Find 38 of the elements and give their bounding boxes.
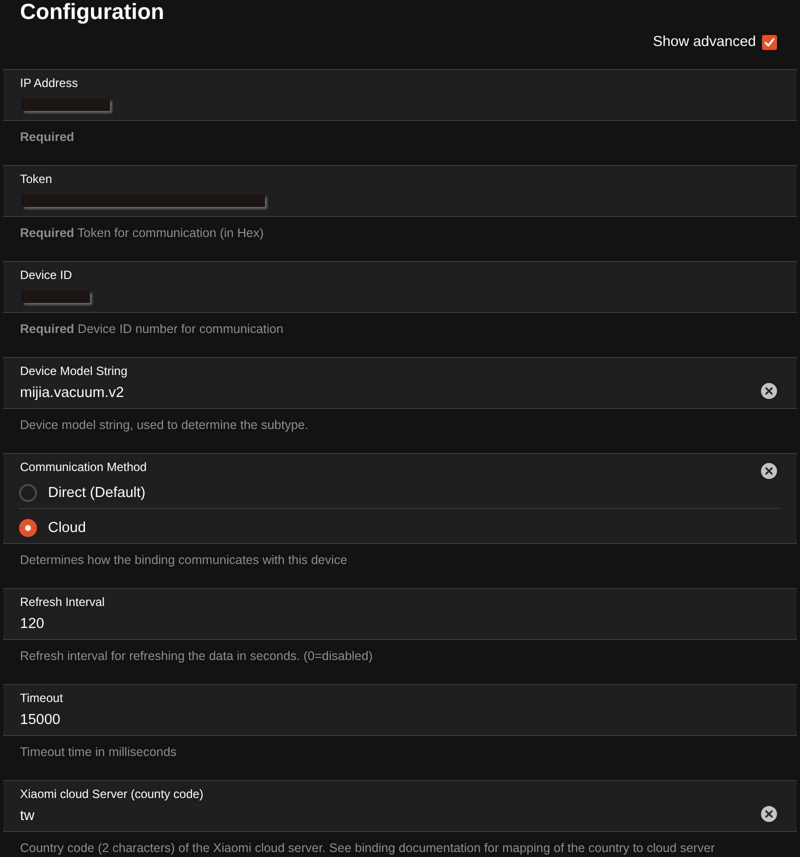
- field-hint: Determines how the binding communicates with this device: [19, 552, 348, 568]
- clear-icon[interactable]: [761, 383, 777, 399]
- text-field[interactable]: Token: [3, 165, 797, 217]
- field-label: Refresh Interval: [20, 595, 105, 609]
- text-field[interactable]: Refresh Interval 120: [3, 588, 797, 640]
- redacted-block: [22, 291, 90, 303]
- field-hint: Required: [19, 129, 76, 145]
- field-label: Device Model String: [20, 364, 128, 378]
- field-label: Xiaomi cloud Server (county code): [20, 787, 204, 801]
- text-field[interactable]: Device Model String mijia.vacuum.v2: [3, 357, 797, 409]
- page-title: Configuration: [20, 0, 164, 24]
- field-hint: Required Device ID number for communication: [19, 321, 284, 337]
- text-field[interactable]: Device ID: [3, 261, 797, 313]
- field-value: 120: [20, 615, 44, 634]
- radio-icon[interactable]: [19, 484, 37, 502]
- field-hint: Country code (2 characters) of the Xiaomi cloud server. See binding documentation for mapping of the country to cloud server: [19, 840, 716, 856]
- field-label: Communication Method: [20, 460, 147, 474]
- text-field[interactable]: IP Address: [3, 69, 797, 121]
- field-label: IP Address: [20, 76, 78, 90]
- text-field[interactable]: Timeout 15000: [3, 684, 797, 736]
- clear-icon[interactable]: [761, 463, 777, 479]
- checkbox[interactable]: [762, 34, 777, 50]
- field-label: Timeout: [20, 691, 63, 705]
- field-value: tw: [20, 807, 34, 826]
- field-label: Token: [20, 172, 52, 186]
- show-advanced-label: Show advanced: [652, 34, 756, 50]
- field-hint: Refresh interval for refreshing the data in seconds. (0=disabled): [19, 648, 374, 664]
- field-hint: Device model string, used to determine the subtype.: [19, 417, 310, 433]
- radio-icon[interactable]: [19, 519, 37, 537]
- field-hint: Required Token for communication (in Hex): [19, 225, 265, 241]
- text-field[interactable]: Xiaomi cloud Server (county code) tw: [3, 780, 797, 832]
- field-hint: Timeout time in milliseconds: [19, 744, 178, 760]
- clear-icon[interactable]: [761, 806, 777, 822]
- field-value: 15000: [20, 711, 60, 730]
- radio-option[interactable]: Direct (Default): [19, 474, 780, 508]
- field-label: Device ID: [20, 268, 72, 282]
- field-value: mijia.vacuum.v2: [20, 384, 124, 403]
- radio-option[interactable]: Cloud: [19, 508, 780, 543]
